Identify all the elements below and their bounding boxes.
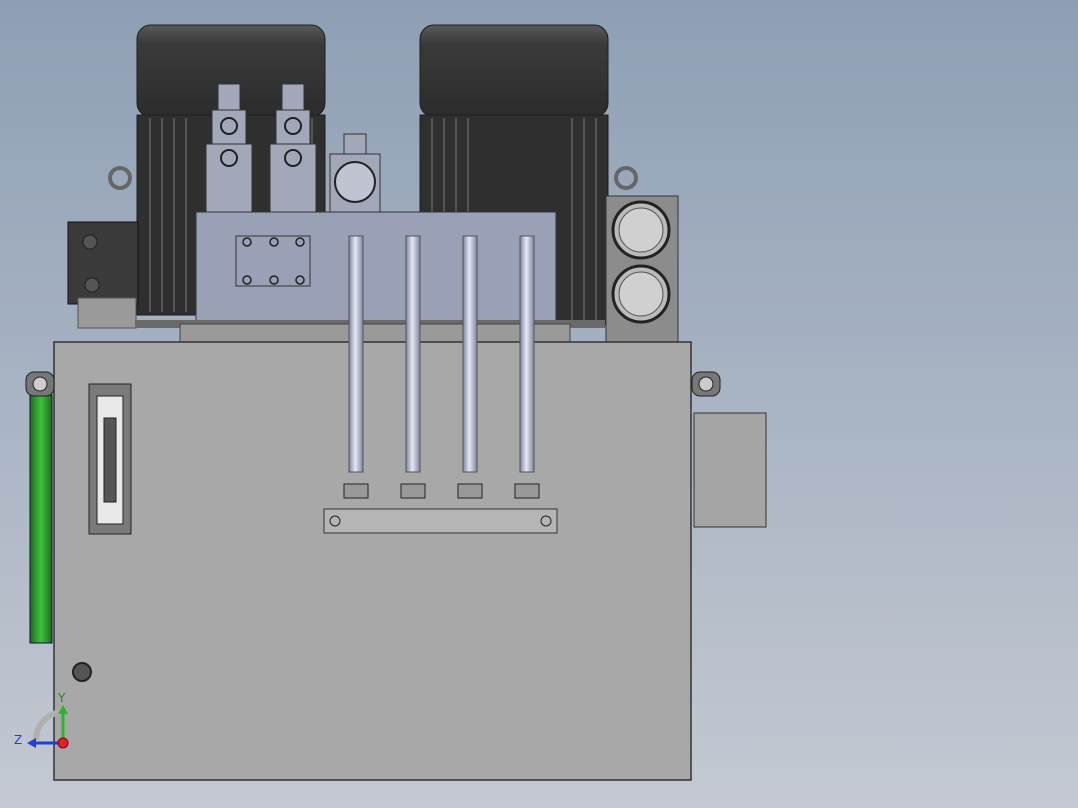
oil-level-gauge[interactable] [88,383,132,535]
side-cover-green[interactable] [29,394,53,644]
manifold-block[interactable] [195,211,557,325]
tank-lifting-eye-right [691,371,721,397]
viewport-canvas[interactable]: Y Z [0,0,1078,808]
terminal-box-left[interactable] [67,221,139,329]
cad-viewport[interactable]: Y Z [0,0,1078,808]
z-axis-label: Z [14,733,22,747]
y-axis-label: Y [57,691,66,705]
manifold-mount-plate [179,323,571,343]
drain-plug[interactable] [72,662,92,682]
tank-lifting-eye-left [25,371,55,397]
junction-box-right[interactable] [693,412,767,528]
x-axis-dot [57,737,69,749]
filter-housing[interactable] [605,195,679,345]
oil-tank[interactable] [53,341,692,781]
pipe-clamp-bar [323,508,558,534]
